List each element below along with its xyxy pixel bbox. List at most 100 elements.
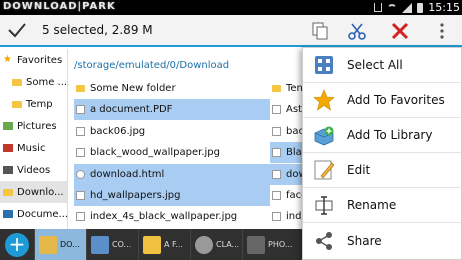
sidebar-item-documents[interactable]: Docume...: [0, 203, 67, 225]
sidebar: ★ Favorites Some ... Temp Pictures Music…: [0, 49, 68, 229]
menu-item-label: Edit: [347, 163, 371, 177]
overflow-menu: Select All Add To Favorites Add To Libra…: [302, 47, 462, 260]
image-file-icon: [272, 212, 281, 222]
rename-icon: [311, 192, 337, 218]
download-icon: [3, 188, 13, 196]
cut-button[interactable]: [345, 19, 369, 43]
usb-icon: [374, 3, 383, 12]
menu-item-rename[interactable]: Rename: [303, 188, 461, 223]
file-row[interactable]: back06.jpg: [74, 121, 270, 142]
star-icon: [311, 87, 337, 113]
file-name: black_wood_wallpaper.jpg: [90, 147, 220, 159]
image-file-icon: [272, 148, 281, 158]
sidebar-item-label: Favorites: [17, 54, 63, 66]
file-name: Some New folder: [90, 83, 176, 94]
star-icon: ★: [3, 54, 12, 65]
status-bar: DOWNLOAD|PARK 15:15: [0, 0, 462, 15]
tab-clock[interactable]: CLA...: [190, 229, 242, 260]
file-name: a document.PDF: [90, 104, 173, 116]
action-bar: 5 selected, 2.89 M: [0, 15, 462, 47]
delete-icon: [391, 22, 409, 40]
watch-icon: [195, 235, 213, 254]
image-file-icon: [76, 190, 85, 200]
wifi-icon: [387, 4, 398, 11]
music-icon: [3, 144, 13, 152]
image-file-icon: [76, 212, 85, 222]
folder-icon: [76, 85, 85, 92]
sidebar-item-label: Some ...: [26, 76, 67, 88]
videos-icon: [3, 166, 13, 174]
delete-button[interactable]: [388, 19, 412, 43]
menu-item-label: Add To Favorites: [347, 93, 445, 107]
folder-icon: [12, 78, 22, 86]
menu-item-add-to-favorites[interactable]: Add To Favorites: [303, 83, 461, 118]
sidebar-item-label: Music: [17, 142, 46, 154]
sidebar-item-label: Temp: [26, 98, 53, 110]
menu-item-label: Rename: [347, 198, 397, 212]
signal-icon: [402, 2, 413, 13]
file-row[interactable]: black_wood_wallpaper.jpg: [74, 142, 270, 163]
status-icons: 15:15: [374, 0, 460, 15]
image-file-icon: [272, 126, 281, 136]
overflow-menu-button[interactable]: [430, 19, 454, 43]
html-file-icon: [76, 169, 85, 179]
sidebar-item-temp[interactable]: Temp: [0, 93, 67, 115]
overflow-menu-icon: [440, 23, 444, 39]
file-row[interactable]: hd_wallpapers.jpg: [74, 184, 270, 206]
file-row[interactable]: a document.PDF: [74, 99, 270, 121]
file-row[interactable]: download.html: [74, 163, 270, 185]
file-row[interactable]: index_4s_black_wallpaper.jpg: [74, 206, 270, 227]
menu-item-add-to-library[interactable]: Add To Library: [303, 118, 461, 153]
copy-button[interactable]: [308, 19, 332, 43]
share-icon: [311, 228, 337, 254]
sidebar-item-downloads[interactable]: Downlo...: [0, 181, 67, 203]
sidebar-item-videos[interactable]: Videos: [0, 159, 67, 181]
file-icon: [272, 169, 281, 179]
breadcrumb[interactable]: /storage/emulated/0/Download: [74, 60, 229, 71]
sidebar-item-label: Videos: [17, 164, 51, 176]
file-name: hd_wallpapers.jpg: [90, 189, 181, 201]
select-all-icon: [311, 52, 337, 78]
file-name: index_4s_black_wallpaper.jpg: [90, 211, 238, 223]
tab-photos[interactable]: PHO...: [242, 229, 294, 260]
menu-item-label: Add To Library: [347, 128, 433, 142]
sidebar-item-label: Downlo...: [17, 186, 64, 198]
file-name: back06.jpg: [90, 125, 146, 137]
copy-icon: [312, 22, 328, 40]
documents-icon: [3, 210, 13, 218]
sidebar-item-some-folder[interactable]: Some ...: [0, 71, 67, 93]
menu-item-share[interactable]: Share: [303, 223, 461, 258]
tab-label: PHO...: [268, 240, 293, 249]
folder-icon: [12, 100, 22, 108]
camera-icon: [247, 235, 265, 254]
image-file-icon: [76, 148, 85, 158]
sidebar-item-favorites[interactable]: ★ Favorites: [0, 49, 67, 71]
check-icon: [8, 23, 26, 38]
folder-icon: [143, 235, 161, 254]
menu-item-select-all[interactable]: Select All: [303, 48, 461, 83]
sidebar-item-pictures[interactable]: Pictures: [0, 115, 67, 137]
done-button[interactable]: [6, 19, 28, 41]
sidebar-item-label: Pictures: [17, 120, 57, 132]
menu-item-edit[interactable]: Edit: [303, 153, 461, 188]
battery-icon: [417, 2, 424, 13]
tab-downloads[interactable]: DO...: [34, 229, 86, 260]
menu-item-label: Select All: [347, 58, 403, 72]
tab-a-folder[interactable]: A F...: [138, 229, 190, 260]
file-row[interactable]: Some New folder: [74, 78, 270, 99]
cut-icon: [348, 23, 366, 40]
file-name: download.html: [90, 168, 165, 180]
sidebar-item-music[interactable]: Music: [0, 137, 67, 159]
file-name: Ten: [286, 83, 303, 94]
image-file-icon: [76, 126, 85, 136]
pictures-icon: [3, 122, 13, 130]
tab-computer[interactable]: CO...: [86, 229, 138, 260]
status-clock: 15:15: [428, 1, 460, 14]
add-tab-button[interactable]: +: [0, 229, 34, 260]
file-list: Some New folder a document.PDF back06.jp…: [74, 78, 270, 228]
edit-icon: [311, 157, 337, 183]
library-icon: [311, 122, 337, 148]
plus-icon: +: [5, 232, 29, 257]
tab-label: DO...: [60, 240, 80, 249]
menu-item-label: Share: [347, 233, 382, 248]
